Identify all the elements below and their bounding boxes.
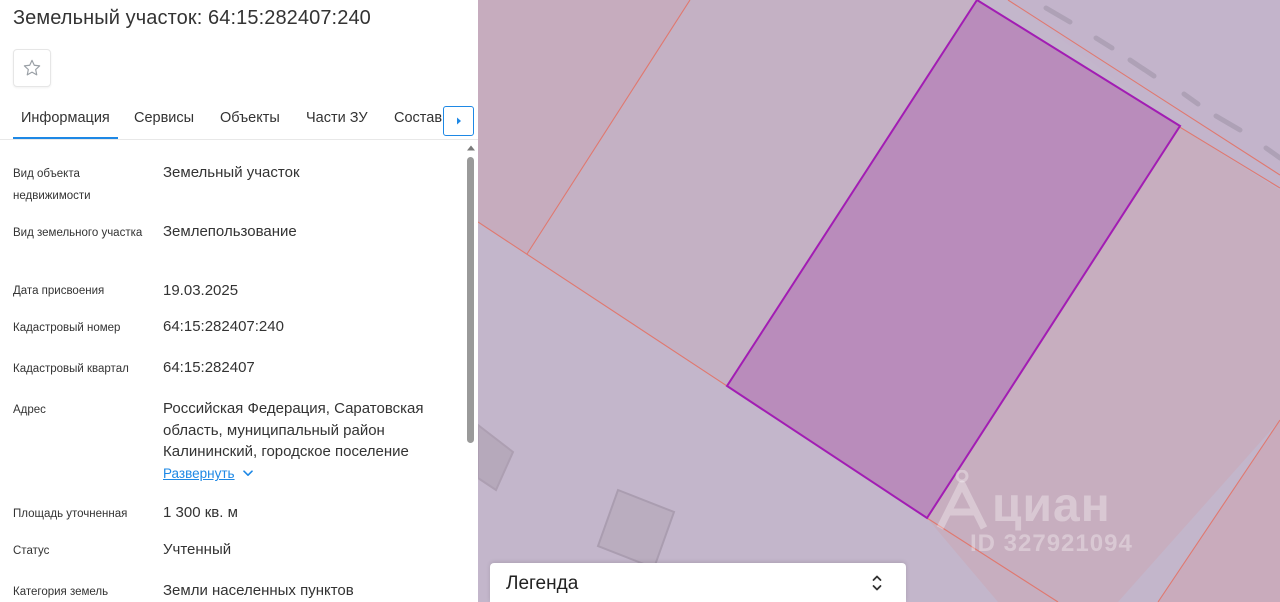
legend-label: Легенда	[506, 573, 579, 594]
property-label: Вид земельного участка	[13, 227, 143, 239]
property-label: Статус	[13, 545, 50, 557]
star-outline-icon	[23, 59, 41, 76]
chevron-down-icon	[242, 470, 253, 476]
property-value-address: Российская Федерация, Саратовская област…	[163, 400, 424, 460]
tab-information[interactable]: Информация	[13, 110, 118, 139]
scroll-up-arrow-icon[interactable]	[466, 144, 476, 152]
tab-land-parts[interactable]: Части ЗУ	[306, 110, 368, 139]
building-footprints	[478, 423, 676, 570]
legend-toggle[interactable]: Легенда	[490, 563, 906, 602]
scrollbar-thumb[interactable]	[467, 157, 474, 443]
property-value: 64:15:282407	[163, 359, 255, 376]
caret-right-icon	[456, 117, 461, 125]
property-value: 1 300 кв. м	[163, 504, 238, 521]
property-label: Категория земель	[13, 586, 109, 598]
tabs-scroll-right-button[interactable]	[443, 106, 474, 136]
tab-composition[interactable]: Состав	[394, 110, 442, 139]
tab-objects[interactable]: Объекты	[220, 110, 280, 139]
property-list: Вид объекта недвижимости Земельный участ…	[0, 150, 466, 602]
tab-bar: Информация Сервисы Объекты Части ЗУ Сост…	[0, 100, 478, 140]
property-value: Землепользование	[163, 223, 297, 240]
property-value: Земли населенных пунктов	[163, 582, 354, 599]
property-label: Кадастровый номер	[13, 322, 121, 334]
property-label: Дата присвоения	[13, 285, 105, 297]
page-title: Земельный участок: 64:15:282407:240	[13, 7, 371, 29]
property-label: Адрес	[13, 404, 46, 416]
cian-logo-icon	[936, 470, 988, 530]
cadastral-map[interactable]: циан ID 327921094	[478, 0, 1280, 602]
expand-address-link[interactable]: Развернуть	[163, 466, 253, 481]
favorite-button[interactable]	[13, 49, 51, 87]
chevrons-up-down-icon	[872, 575, 882, 591]
expand-address-label: Развернуть	[163, 466, 235, 481]
tab-services[interactable]: Сервисы	[134, 110, 194, 139]
property-label: Кадастровый квартал	[13, 363, 129, 375]
property-value: 19.03.2025	[163, 282, 239, 299]
property-label: Площадь уточненная	[13, 508, 128, 520]
map-canvas	[478, 0, 1280, 602]
property-value: 64:15:282407:240	[163, 318, 284, 335]
watermark-id: ID 327921094	[970, 530, 1133, 557]
property-value: Земельный участок	[163, 164, 300, 181]
watermark-brand: циан	[992, 479, 1111, 532]
property-label: Вид объекта недвижимости	[13, 168, 91, 202]
property-value: Учтенный	[163, 541, 232, 558]
object-info-panel: Земельный участок: 64:15:282407:240 Инфо…	[0, 0, 478, 602]
